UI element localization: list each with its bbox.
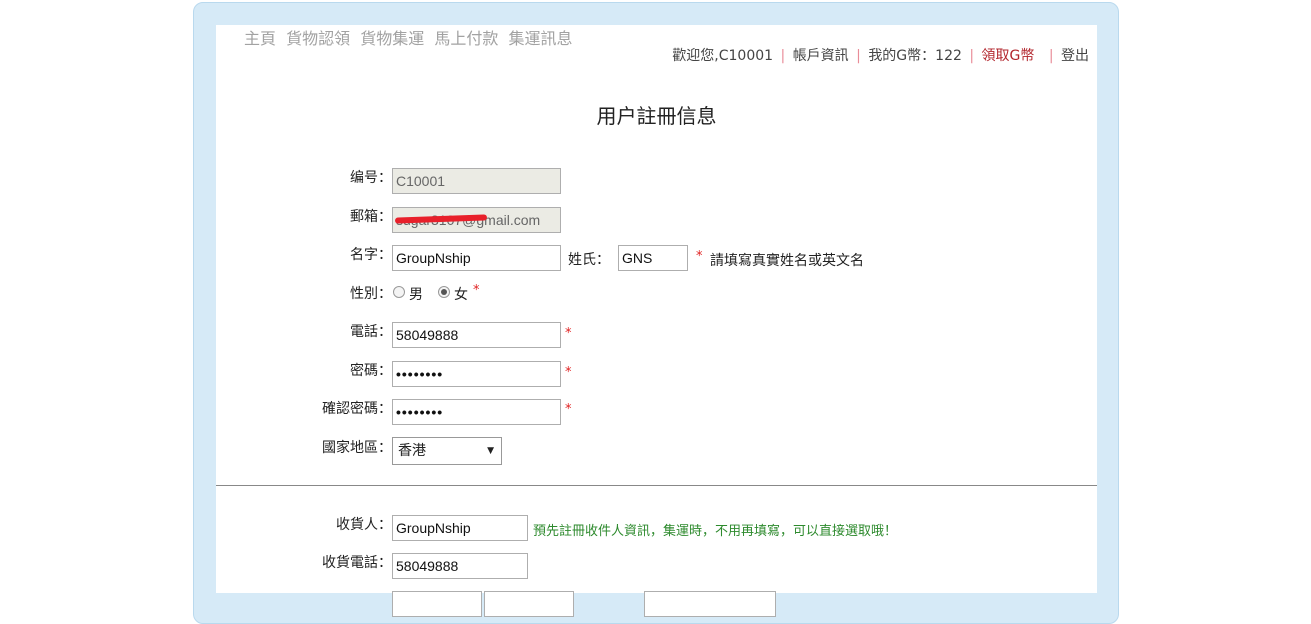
logout-link[interactable]: 登出 bbox=[1061, 48, 1089, 64]
main-panel: 主頁 貨物認領 貨物集運 馬上付款 集運訊息 歡迎您,C10001 | 帳戶資訊… bbox=[216, 25, 1097, 617]
nav-home[interactable]: 主頁 bbox=[244, 29, 276, 48]
name-input[interactable]: GroupNship bbox=[392, 245, 561, 271]
required-mark: * bbox=[473, 283, 480, 298]
nav-pay-now[interactable]: 馬上付款 bbox=[434, 29, 498, 48]
nav-shipping-info[interactable]: 集運訊息 bbox=[508, 29, 572, 48]
password-label: 密碼： bbox=[350, 363, 392, 379]
name-hint: 請填寫真實姓名或英文名 bbox=[710, 253, 864, 269]
separator: | bbox=[856, 48, 861, 64]
user-bar: 歡迎您,C10001 | 帳戶資訊 | 我的G幣：122 | 領取G幣 | 登出 bbox=[672, 45, 1089, 65]
chevron-down-icon: ▼ bbox=[487, 446, 494, 456]
password-input[interactable]: •••••••• bbox=[392, 361, 561, 387]
phone-label: 電話： bbox=[350, 324, 392, 340]
nav-cargo-consolidation[interactable]: 貨物集運 bbox=[360, 29, 424, 48]
partial-input[interactable] bbox=[392, 591, 482, 617]
region-select[interactable]: 香港 ▼ bbox=[392, 437, 502, 465]
required-mark: * bbox=[565, 326, 572, 341]
my-coins-link[interactable]: 我的G幣：122 bbox=[868, 48, 962, 64]
claim-coins-link[interactable]: 領取G幣 bbox=[982, 48, 1035, 64]
region-selected-value: 香港 bbox=[398, 443, 426, 459]
recipient-hint: 預先註冊收件人資訊，集運時，不用再填寫，可以直接選取哦！ bbox=[533, 524, 898, 539]
region-label: 國家地區： bbox=[322, 440, 392, 456]
surname-label: 姓氏： bbox=[568, 252, 610, 268]
id-field[interactable]: C10001 bbox=[392, 168, 561, 194]
recipient-phone-label: 收貨電話： bbox=[322, 555, 392, 571]
nav-cargo-claim[interactable]: 貨物認領 bbox=[286, 29, 350, 48]
email-label: 郵箱： bbox=[350, 209, 392, 225]
recipient-name-label: 收貨人： bbox=[336, 517, 392, 533]
gender-female-radio[interactable] bbox=[438, 286, 450, 298]
id-label: 编号： bbox=[350, 170, 392, 186]
recipient-name-input[interactable]: GroupNship bbox=[392, 515, 528, 541]
confirm-password-label: 確認密碼： bbox=[322, 401, 392, 417]
section-divider bbox=[216, 485, 1097, 486]
recipient-phone-input[interactable]: 58049888 bbox=[392, 553, 528, 579]
separator: | bbox=[780, 48, 786, 64]
partial-input[interactable] bbox=[484, 591, 574, 617]
name-label: 名字： bbox=[350, 247, 392, 263]
required-mark: * bbox=[565, 402, 572, 417]
confirm-password-input[interactable]: •••••••• bbox=[392, 399, 561, 425]
required-mark: * bbox=[696, 249, 703, 264]
separator: | bbox=[969, 48, 975, 64]
gender-male-radio[interactable] bbox=[393, 286, 405, 298]
top-nav: 主頁 貨物認領 貨物集運 馬上付款 集運訊息 bbox=[244, 25, 577, 49]
welcome-text: 歡迎您,C10001 bbox=[672, 48, 774, 64]
page-title: 用户註冊信息 bbox=[596, 104, 717, 128]
phone-input[interactable]: 58049888 bbox=[392, 322, 561, 348]
partial-input[interactable] bbox=[644, 591, 776, 617]
surname-input[interactable]: GNS bbox=[618, 245, 688, 271]
gender-male-label: 男 bbox=[409, 287, 423, 303]
required-mark: * bbox=[565, 365, 572, 380]
account-info-link[interactable]: 帳戶資訊 bbox=[793, 48, 849, 64]
separator: | bbox=[1048, 48, 1054, 64]
gender-female-label: 女 bbox=[454, 287, 468, 303]
gender-label: 性別： bbox=[350, 286, 392, 302]
